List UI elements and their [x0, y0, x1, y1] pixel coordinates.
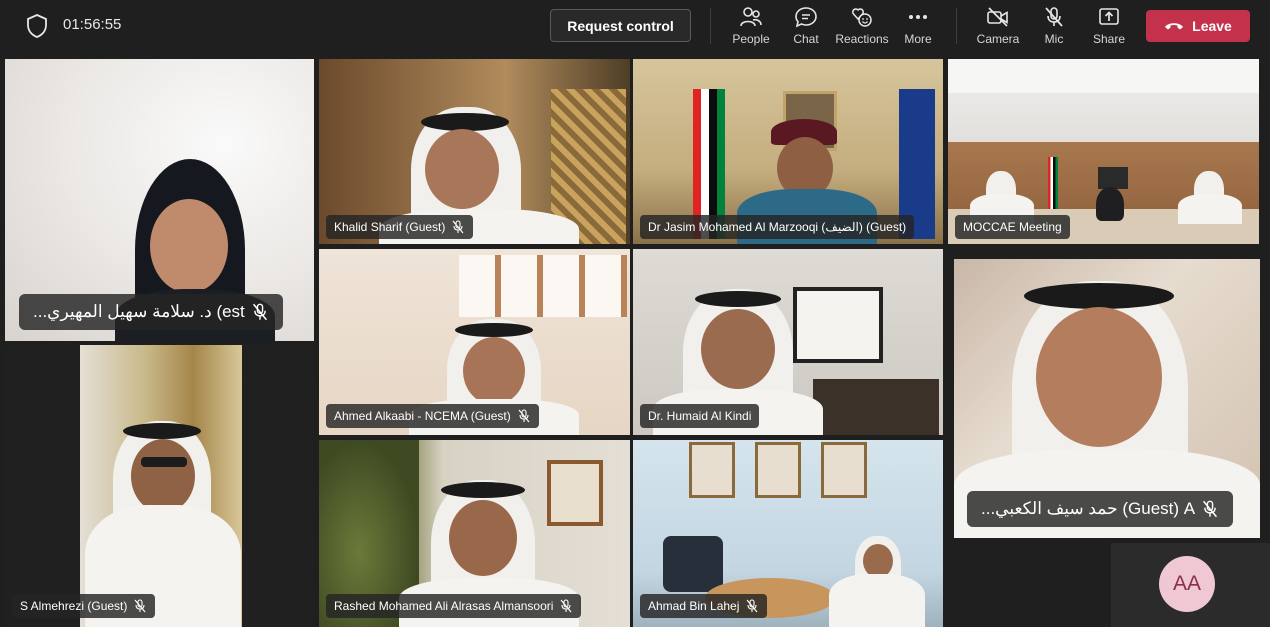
mic-off-icon — [452, 220, 464, 234]
picture-frame — [793, 287, 883, 363]
video-tile-almehrezi[interactable]: S Almehrezi (Guest) — [5, 345, 314, 627]
more-button[interactable]: More — [903, 6, 933, 48]
participant-name-label: Ahmad Bin Lahej — [640, 594, 768, 618]
participant-name-label: Khalid Sharif (Guest) — [326, 215, 474, 239]
people-label: People — [732, 32, 770, 46]
mic-off-icon — [1045, 7, 1063, 27]
mic-off-icon — [252, 303, 267, 321]
mic-off-icon — [518, 409, 530, 423]
video-tile-moccae[interactable]: MOCCAE Meeting — [948, 59, 1259, 244]
window — [459, 255, 627, 317]
people-icon — [740, 7, 762, 27]
chat-icon — [795, 7, 817, 28]
mic-label: Mic — [1044, 32, 1064, 46]
leave-button[interactable]: Leave — [1146, 10, 1250, 42]
overflow-participant-tile[interactable]: AA — [1111, 543, 1270, 627]
share-button[interactable]: Share — [1093, 6, 1125, 48]
participant-name-label: ...حمد سيف الكعبي (Guest) A — [967, 491, 1234, 527]
avatar: AA — [1159, 556, 1215, 612]
share-icon — [1099, 8, 1119, 25]
participant-name-label: Rashed Mohamed Ali Alrasas Almansoori — [326, 594, 582, 618]
video-tile-khalid[interactable]: Khalid Sharif (Guest) — [319, 59, 630, 244]
toolbar-divider — [710, 8, 711, 44]
reactions-label: Reactions — [835, 32, 889, 46]
shelf — [813, 379, 939, 435]
camera-button[interactable]: Camera — [976, 6, 1020, 48]
participant-name-label: Dr. Humaid Al Kindi — [640, 404, 760, 428]
people-button[interactable]: People — [732, 6, 770, 48]
toolbar-divider — [956, 8, 957, 44]
phone-hangup-icon — [1165, 23, 1184, 30]
portrait-frame — [1098, 167, 1128, 189]
video-tile-ahmed-alkaabi[interactable]: Ahmed Alkaabi - NCEMA (Guest) — [319, 249, 630, 435]
participant-name-label: Ahmed Alkaabi - NCEMA (Guest) — [326, 404, 539, 428]
portrait-frame — [821, 442, 867, 498]
meeting-timer: 01:56:55 — [63, 16, 122, 33]
participant-name-label: Dr Jasim Mohamed Al Marzooqi (الضيف) (Gu… — [640, 215, 915, 239]
mic-off-icon — [1203, 500, 1218, 518]
chat-label: Chat — [793, 32, 819, 46]
camera-label: Camera — [976, 32, 1020, 46]
participant-name-label: MOCCAE Meeting — [955, 215, 1070, 239]
mic-off-icon — [134, 599, 146, 613]
portrait-frame — [689, 442, 735, 498]
participant-name-label: S Almehrezi (Guest) — [12, 594, 156, 618]
chat-button[interactable]: Chat — [791, 6, 821, 48]
mic-off-icon — [746, 599, 758, 613]
participant-name-label: ...د. سلامة سهيل المهيري (est — [19, 294, 283, 330]
portrait-frame — [547, 460, 603, 526]
shield-icon — [27, 14, 47, 38]
video-tile-rashed[interactable]: Rashed Mohamed Ali Alrasas Almansoori — [319, 440, 630, 627]
meeting-toolbar: 01:56:55 Request control People Chat Rea… — [0, 0, 1270, 54]
mic-off-icon — [560, 599, 572, 613]
request-control-button[interactable]: Request control — [550, 9, 691, 42]
portrait-frame — [755, 442, 801, 498]
more-icon — [909, 15, 927, 19]
ceiling — [948, 59, 1259, 93]
share-label: Share — [1092, 32, 1126, 46]
more-label: More — [904, 32, 932, 46]
chair — [663, 536, 723, 592]
video-tile-salama[interactable]: ...د. سلامة سهيل المهيري (est — [5, 59, 314, 341]
camera-off-icon — [987, 7, 1008, 27]
video-tile-jasim[interactable]: Dr Jasim Mohamed Al Marzooqi (الضيف) (Gu… — [633, 59, 943, 244]
reactions-button[interactable]: Reactions — [835, 6, 889, 48]
reactions-icon — [852, 8, 872, 27]
leave-label: Leave — [1192, 18, 1232, 34]
mic-button[interactable]: Mic — [1039, 6, 1069, 48]
video-tile-ahmad-bin-lahej[interactable]: Ahmad Bin Lahej — [633, 440, 943, 627]
video-tile-humaid[interactable]: Dr. Humaid Al Kindi — [633, 249, 943, 435]
video-tile-hamad[interactable]: ...حمد سيف الكعبي (Guest) A — [954, 259, 1260, 538]
uae-flag — [1048, 157, 1058, 217]
